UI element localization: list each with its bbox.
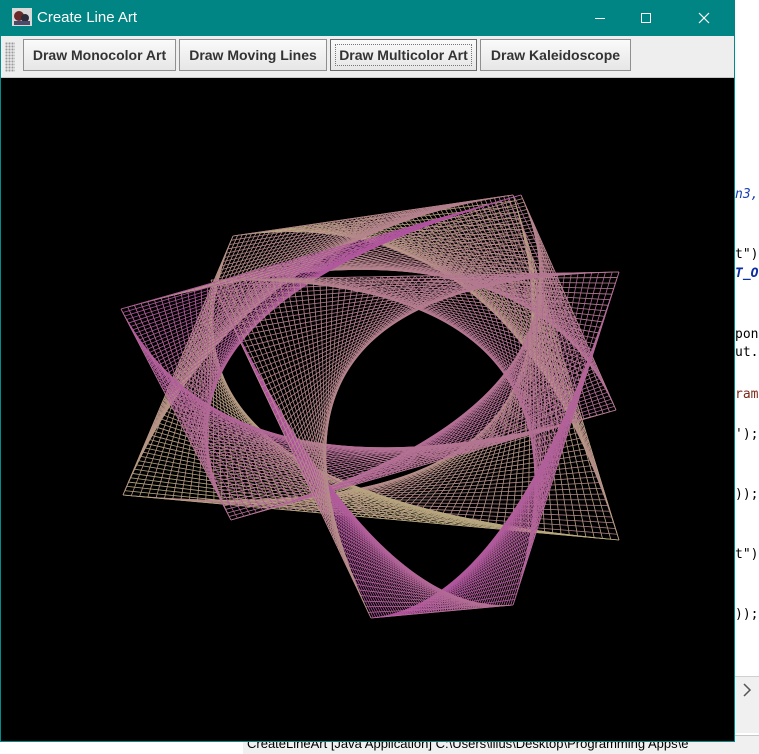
code-fragment: '); [735,427,759,442]
window-title: Create Line Art [37,9,138,26]
close-icon [698,12,710,24]
toolbar-grip[interactable] [5,42,15,72]
code-fragment: ram [735,387,759,402]
title-bar[interactable]: Create Line Art [0,0,735,36]
chevron-right-icon [743,683,752,697]
code-fragment: t") [735,547,759,562]
close-button[interactable] [681,0,727,36]
draw-multicolor-art-label: Draw Multicolor Art [335,44,472,66]
code-fragment: n3, [735,187,759,202]
code-fragment: pon [735,327,759,342]
toolbar: Draw Monocolor Art Draw Moving Lines Dra… [1,36,734,78]
java-app-icon [12,8,32,26]
minimize-icon [595,18,605,19]
maximize-icon [641,13,651,23]
drawing-canvas[interactable] [1,78,734,741]
minimize-button[interactable] [577,0,623,36]
code-fragment: )); [735,487,759,502]
app-window: Create Line Art Draw Monocolor Art Draw … [0,0,735,742]
line-art-drawing [120,194,620,619]
code-fragment: t") [735,247,759,262]
draw-monocolor-art-button[interactable]: Draw Monocolor Art [23,39,176,71]
code-fragment: )); [735,607,759,622]
draw-moving-lines-button[interactable]: Draw Moving Lines [179,39,327,71]
background-editor: n3, t") T_O pon ut. ram '); )); t") )); [735,0,759,753]
code-fragment: T_O [735,266,759,281]
draw-multicolor-art-button[interactable]: Draw Multicolor Art [330,39,477,71]
draw-kaleidoscope-button[interactable]: Draw Kaleidoscope [480,39,631,71]
window-client-area: Draw Monocolor Art Draw Moving Lines Dra… [1,36,734,741]
maximize-button[interactable] [623,0,669,36]
background-scrollbar [735,676,759,733]
code-fragment: ut. [735,345,759,360]
